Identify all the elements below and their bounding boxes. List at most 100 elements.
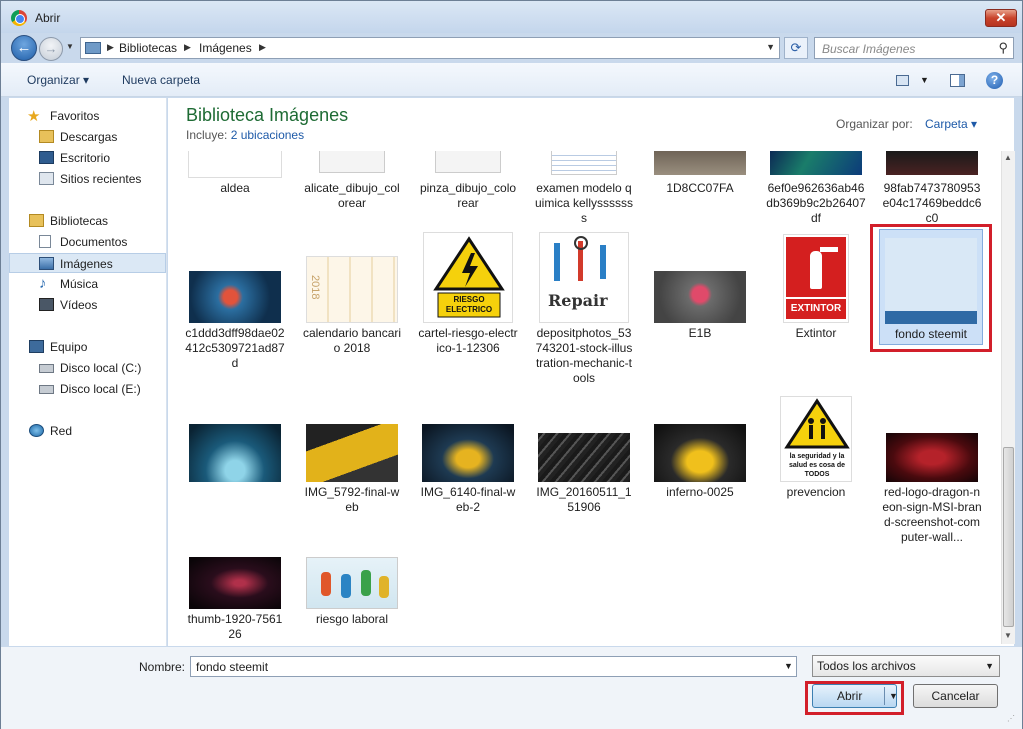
chevron-down-icon[interactable]: ▼ bbox=[920, 75, 929, 85]
navigation-pane: ★ Favoritos Descargas Escritorio Sitios … bbox=[9, 98, 167, 646]
file-tile[interactable]: E1B bbox=[650, 231, 750, 376]
file-thumbnail bbox=[654, 151, 746, 175]
file-tile[interactable]: c1ddd3dff98dae02412c5309721ad87d bbox=[185, 231, 285, 376]
scroll-up-arrow-icon[interactable]: ▲ bbox=[1004, 153, 1012, 162]
calendar-year-text: 2018 bbox=[309, 275, 321, 300]
file-name: E1B bbox=[688, 326, 712, 340]
locations-link[interactable]: 2 ubicaciones bbox=[231, 128, 304, 142]
sidebar-item-favoritos[interactable]: ★ Favoritos bbox=[9, 106, 166, 126]
sidebar-item-label: Descargas bbox=[60, 130, 118, 144]
documents-icon bbox=[39, 235, 51, 248]
refresh-button[interactable]: ⟳ bbox=[784, 37, 808, 59]
back-button[interactable]: ← bbox=[11, 35, 37, 61]
resize-grip-icon[interactable]: ⋰ bbox=[1007, 714, 1015, 723]
sidebar-item-documentos[interactable]: Documentos bbox=[9, 232, 166, 252]
file-tile[interactable]: Repair depositphotos_53743201-stock-illu… bbox=[534, 231, 634, 385]
sidebar-item-imagenes[interactable]: Imágenes bbox=[9, 253, 166, 273]
sidebar-item-disco-c[interactable]: Disco local (C:) bbox=[9, 358, 166, 378]
file-name: IMG_6140-final-web-2 bbox=[420, 485, 516, 514]
sidebar-item-bibliotecas[interactable]: Bibliotecas bbox=[9, 211, 166, 231]
file-tile[interactable]: IMG_6140-final-web-2 bbox=[418, 421, 518, 521]
view-options-icon[interactable] bbox=[896, 75, 909, 86]
sidebar-item-descargas[interactable]: Descargas bbox=[9, 127, 166, 147]
star-icon: ★ bbox=[27, 108, 41, 125]
file-tile[interactable]: pinza_dibujo_colorear bbox=[418, 151, 518, 231]
file-thumbnail bbox=[306, 424, 398, 482]
file-tile[interactable]: 6ef0e962636ab46db369b9c2b26407df bbox=[766, 151, 866, 231]
chevron-right-icon[interactable]: ▶ bbox=[259, 42, 266, 53]
address-bar[interactable]: ▶ Bibliotecas ▶ Imágenes ▶ ▼ bbox=[80, 37, 780, 59]
sidebar-item-label: Equipo bbox=[50, 340, 88, 354]
file-tile[interactable]: aldea bbox=[185, 151, 285, 201]
hard-drive-icon bbox=[39, 385, 54, 394]
file-thumbnail bbox=[189, 271, 281, 323]
close-button[interactable]: ✕ bbox=[985, 9, 1017, 27]
file-type-select[interactable]: Todos los archivos ▼ bbox=[812, 655, 1000, 677]
new-folder-button[interactable]: Nueva carpeta bbox=[122, 73, 200, 87]
sidebar-item-label: Disco local (C:) bbox=[60, 361, 142, 375]
sidebar-item-disco-e[interactable]: Disco local (E:) bbox=[9, 379, 166, 399]
vertical-scrollbar[interactable]: ▲ ▼ bbox=[1001, 151, 1015, 644]
file-tile[interactable]: IMG_5792-final-web bbox=[302, 421, 402, 521]
file-thumbnail bbox=[422, 424, 514, 482]
chevron-right-icon[interactable]: ▶ bbox=[107, 42, 114, 53]
sidebar-item-sitios-recientes[interactable]: Sitios recientes bbox=[9, 169, 166, 189]
title-bar: Abrir ✕ bbox=[1, 1, 1022, 33]
libraries-icon bbox=[29, 214, 44, 227]
organize-menu[interactable]: Organizar ▾ bbox=[27, 73, 89, 87]
file-tile[interactable]: riesgo laboral bbox=[302, 554, 402, 644]
file-tile[interactable]: EXTINTOR Extintor bbox=[766, 231, 866, 376]
file-tile[interactable]: inferno-0025 bbox=[650, 421, 750, 521]
sidebar-item-equipo[interactable]: Equipo bbox=[9, 337, 166, 357]
recent-pages-dropdown-icon[interactable]: ▼ bbox=[66, 42, 74, 51]
file-thumbnail: la seguridad y la salud es cosa de TODOS bbox=[780, 396, 852, 482]
file-tile[interactable]: 2018 calendario bancario 2018 bbox=[302, 231, 402, 376]
sidebar-item-musica[interactable]: ♪ Música bbox=[9, 274, 166, 294]
file-name: IMG_20160511_151906 bbox=[536, 485, 632, 514]
file-thumbnail bbox=[886, 433, 978, 482]
chevron-down-icon[interactable]: ▼ bbox=[784, 661, 793, 671]
sidebar-item-red[interactable]: Red bbox=[9, 421, 166, 441]
file-name-label: Nombre: bbox=[139, 660, 186, 674]
file-name: thumb-1920-756126 bbox=[187, 612, 283, 641]
chevron-right-icon[interactable]: ▶ bbox=[184, 42, 191, 53]
arrange-by-label: Organizar por: bbox=[836, 117, 913, 131]
file-thumbnail bbox=[189, 424, 281, 482]
file-tile[interactable]: red-logo-dragon-neon-sign-MSI-brand-scre… bbox=[882, 421, 982, 546]
open-file-dialog: Abrir ✕ ← → ▼ ▶ Bibliotecas ▶ Imágenes ▶… bbox=[0, 0, 1023, 729]
file-thumbnail bbox=[538, 433, 630, 482]
file-thumbnail bbox=[551, 151, 617, 175]
cancel-button[interactable]: Cancelar bbox=[913, 684, 998, 708]
chevron-down-icon[interactable]: ▼ bbox=[766, 42, 775, 52]
file-name-input[interactable]: fondo steemit bbox=[190, 656, 797, 677]
arrange-by-dropdown[interactable]: Carpeta ▾ bbox=[925, 117, 977, 131]
file-thumbnail bbox=[654, 271, 746, 323]
help-icon[interactable]: ? bbox=[986, 72, 1003, 89]
videos-icon bbox=[39, 298, 54, 311]
file-tile[interactable]: RIESGO ELECTRICO cartel-riesgo-electrico… bbox=[418, 231, 518, 376]
search-input[interactable]: Buscar Imágenes ⚲ bbox=[814, 37, 1014, 59]
warning-sign-text: RIESGO ELECTRICO bbox=[445, 295, 493, 314]
scrollbar-thumb[interactable] bbox=[1003, 447, 1014, 627]
breadcrumb-imagenes[interactable]: Imágenes bbox=[199, 41, 252, 55]
file-name: prevencion bbox=[786, 485, 846, 499]
file-name: examen modelo quimica kellysssssss bbox=[534, 181, 633, 225]
sidebar-item-videos[interactable]: Vídeos bbox=[9, 295, 166, 315]
file-name: riesgo laboral bbox=[315, 612, 389, 626]
scroll-down-arrow-icon[interactable]: ▼ bbox=[1004, 631, 1012, 640]
file-tile[interactable] bbox=[185, 421, 285, 521]
file-tile[interactable]: alicate_dibujo_colorear bbox=[302, 151, 402, 231]
file-tile[interactable]: 98fab7473780953e04c17469beddc6c0 bbox=[882, 151, 982, 231]
file-tile[interactable]: 1D8CC07FA bbox=[650, 151, 750, 201]
file-tile[interactable]: examen modelo quimica kellysssssss bbox=[534, 151, 634, 231]
sidebar-item-escritorio[interactable]: Escritorio bbox=[9, 148, 166, 168]
forward-button[interactable]: → bbox=[39, 37, 63, 61]
file-tile[interactable]: la seguridad y la salud es cosa de TODOS… bbox=[766, 396, 866, 521]
breadcrumb-bibliotecas[interactable]: Bibliotecas bbox=[119, 41, 177, 55]
sidebar-item-label: Sitios recientes bbox=[60, 172, 142, 186]
preview-pane-icon[interactable] bbox=[950, 74, 965, 87]
file-name: depositphotos_53743201-stock-illustratio… bbox=[535, 326, 633, 385]
file-tile[interactable]: thumb-1920-756126 bbox=[185, 554, 285, 644]
search-icon[interactable]: ⚲ bbox=[998, 40, 1008, 56]
file-tile[interactable]: IMG_20160511_151906 bbox=[534, 421, 634, 521]
